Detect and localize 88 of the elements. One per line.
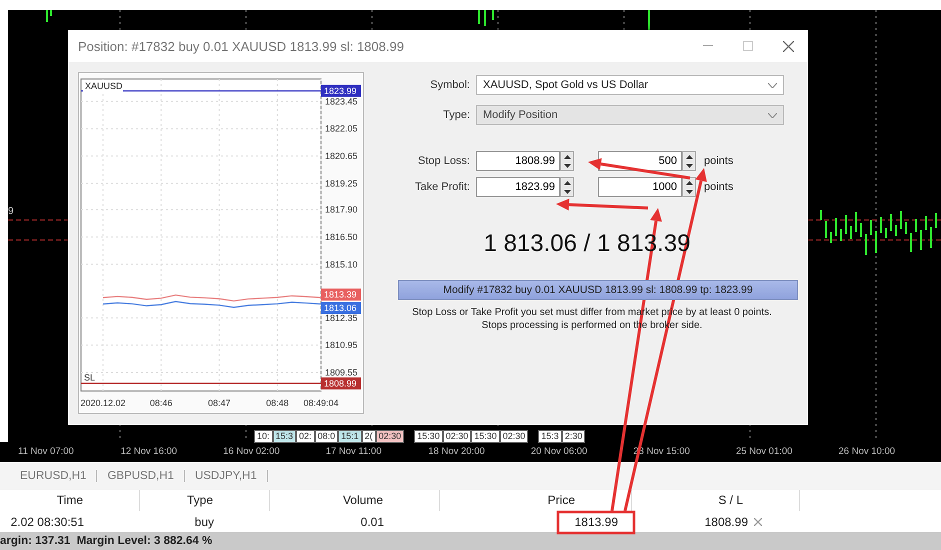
level-label: SL <box>84 372 96 382</box>
axis-label: 11 Nov 07:00 <box>18 445 75 459</box>
chart-tab[interactable]: EURUSD,H1 <box>10 470 98 482</box>
chart-tab[interactable]: GBPUSD,H1 <box>97 470 185 482</box>
chevron-icon <box>768 112 777 118</box>
session-tag: 02:30 <box>500 430 528 443</box>
table-cell: buy <box>194 514 214 528</box>
price-input[interactable]: 1808.99 <box>476 151 560 171</box>
column-header: Price <box>548 493 575 507</box>
chevron-icon <box>768 82 777 88</box>
axis-label: 17 Nov 11:00 <box>326 445 382 459</box>
spin-button[interactable] <box>682 151 696 171</box>
session-tag: 10: <box>254 430 273 443</box>
up-arrow-icon <box>686 180 692 184</box>
axis-label: 1822.05 <box>325 124 358 134</box>
window-title: Position: #17832 buy 0.01 XAUUSD 1813.99 sl: 1808.99 <box>78 38 405 54</box>
axis-label: 12 Nov 16:00 <box>120 445 178 459</box>
price-input[interactable]: 1823.99 <box>476 177 560 197</box>
maximize-icon <box>743 41 753 51</box>
field-label: Stop Loss: <box>417 155 471 167</box>
session-tag: 15:3 <box>272 430 296 443</box>
axis-label: 2020.12.02 <box>80 398 126 408</box>
price-tag: 1808.99 <box>321 377 361 390</box>
dropdown[interactable]: XAUUSD, Spot Gold vs US Dollar <box>476 75 784 95</box>
down-arrow-icon <box>686 164 692 168</box>
table-cell: 2.02 08:30:51 <box>10 514 84 528</box>
points-input[interactable]: 1000 <box>598 177 682 197</box>
minimize-icon <box>703 45 713 47</box>
session-tag: 02:30 <box>376 430 404 443</box>
session-tag: 15:30 <box>471 430 500 443</box>
unit-label: points <box>704 155 734 167</box>
chart-title: XAUUSD <box>85 81 123 91</box>
spin-button[interactable] <box>682 177 696 197</box>
axis-label: 1817.90 <box>325 204 358 215</box>
up-arrow-icon <box>564 180 570 184</box>
column-header: S / L <box>718 493 743 507</box>
session-tag: 2( <box>362 430 376 443</box>
axis-label: 1809.55 <box>325 367 358 378</box>
session-tag: 15:1 <box>338 430 362 443</box>
axis-label: 1820.65 <box>325 151 358 162</box>
axis-label: 1815.10 <box>325 259 358 270</box>
price-tag: 1813.39 <box>321 288 361 301</box>
axis-label: 20 Nov 06:00 <box>530 445 588 459</box>
field-label: Type: <box>442 109 471 121</box>
modify-button[interactable]: Modify #17832 buy 0.01 XAUUSD 1813.99 sl: 1808.99 tp: 1823.99 <box>398 280 798 300</box>
down-arrow-icon <box>686 190 692 194</box>
points-input[interactable]: 500 <box>598 151 682 171</box>
table-cell: 1813.99 <box>574 514 618 528</box>
field-label: Symbol: <box>429 79 471 91</box>
session-tag: 15:3 <box>538 430 562 443</box>
axis-label: 18 Nov 20:00 <box>428 445 486 459</box>
axis-label: 1819.25 <box>325 178 358 188</box>
up-arrow-icon <box>686 154 692 158</box>
session-tag: 15:30 <box>414 430 443 443</box>
close-icon[interactable] <box>754 518 762 526</box>
price-tag: 1813.06 <box>321 302 361 314</box>
axis-label: 1812.35 <box>325 312 358 323</box>
price-tag: 1823.99 <box>321 84 361 97</box>
down-arrow-icon <box>564 164 570 168</box>
axis-label: 1823.45 <box>325 96 358 106</box>
spin-button[interactable] <box>560 151 574 171</box>
axis-label: 16 Nov 02:00 <box>223 445 281 459</box>
column-header: Type <box>186 493 213 507</box>
chart-tab[interactable]: USDJPY,H1 <box>184 470 268 482</box>
table-cell: 1808.99 <box>704 514 748 528</box>
axis-label: 08:46 <box>150 398 172 408</box>
axis-label: 26 Nov 10:00 <box>838 445 896 459</box>
axis-label: 25 Nov 01:00 <box>736 445 794 459</box>
axis-label: 1816.50 <box>325 232 358 242</box>
axis-label: 1810.95 <box>325 340 358 350</box>
close-icon <box>782 40 794 52</box>
axis-label: 08:48 <box>266 398 289 408</box>
axis-label: 08:47 <box>208 398 231 408</box>
field-label: Take Profit: <box>414 181 471 193</box>
status-bar: argin: 137.31 Margin Level: 3 882.64 % <box>0 532 941 550</box>
column-header: Volume <box>342 493 383 507</box>
session-tag: 02: <box>296 430 315 443</box>
spin-button[interactable] <box>560 177 574 197</box>
column-header: Time <box>56 493 83 507</box>
session-tag: 08:0 <box>314 430 338 443</box>
session-tag: 2:30 <box>562 430 586 443</box>
table-cell: 0.01 <box>360 514 384 528</box>
unit-label: points <box>704 181 734 193</box>
price-label: 9 <box>8 206 14 217</box>
axis-label: 08:49:04 <box>303 398 339 408</box>
down-arrow-icon <box>564 190 570 194</box>
session-tag: 02:30 <box>442 430 472 443</box>
up-arrow-icon <box>564 154 570 158</box>
